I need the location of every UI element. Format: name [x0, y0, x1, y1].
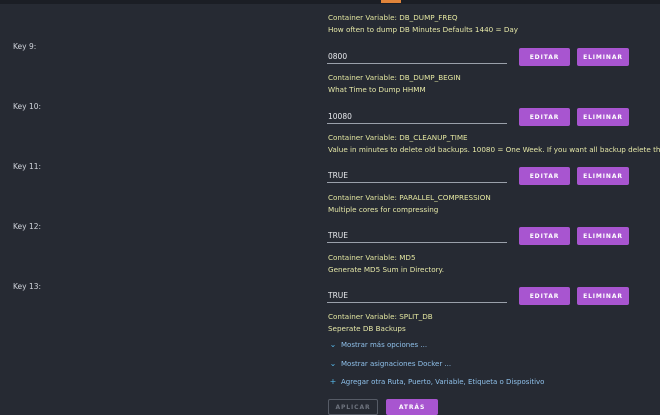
key-10-description: Container Variable: DB_CLEANUP_TIME Valu… — [328, 132, 660, 155]
show-more-options-label: Mostrar más opciones ... — [341, 340, 428, 349]
key-12-delete-button[interactable]: ELIMINAR — [577, 227, 629, 245]
key-10-help: Value in minutes to delete old backups. … — [328, 144, 660, 154]
key-13-variable: Container Variable: SPLIT_DB — [328, 312, 433, 321]
key-13-description: Container Variable: SPLIT_DB Seperate DB… — [328, 311, 433, 334]
key-11-description: Container Variable: PARALLEL_COMPRESSION… — [328, 192, 491, 215]
chevron-down-icon: ⌄ — [329, 340, 337, 349]
show-docker-mappings-label: Mostrar asignaciones Docker ... — [341, 359, 452, 368]
key-9-edit-button[interactable]: EDITAR — [519, 48, 570, 66]
key-10-label: Key 10: — [13, 102, 42, 111]
add-config-label: Agregar otra Ruta, Puerto, Variable, Eti… — [341, 377, 545, 386]
show-docker-mappings-link[interactable]: ⌄ Mostrar asignaciones Docker ... — [329, 359, 452, 368]
show-more-options-link[interactable]: ⌄ Mostrar más opciones ... — [329, 340, 427, 349]
key-11-help: Multiple cores for compressing — [328, 204, 439, 214]
key-10-edit-button[interactable]: EDITAR — [519, 108, 570, 126]
key-8-help: How often to dump DB Minutes Defaults 14… — [328, 24, 519, 34]
key-13-help: Seperate DB Backups — [328, 323, 406, 333]
key-9-delete-button[interactable]: ELIMINAR — [577, 48, 629, 66]
key-11-variable: Container Variable: PARALLEL_COMPRESSION — [328, 193, 491, 202]
key-12-variable: Container Variable: MD5 — [328, 253, 416, 262]
key-11-input[interactable] — [327, 169, 507, 183]
key-9-input[interactable] — [327, 50, 507, 64]
chevron-down-icon: ⌄ — [329, 359, 337, 368]
key-9-help: What Time to Dump HHMM — [328, 84, 426, 94]
key-11-label: Key 11: — [13, 162, 42, 171]
key-10-delete-button[interactable]: ELIMINAR — [577, 108, 629, 126]
key-12-label: Key 12: — [13, 222, 42, 231]
key-12-help: Generate MD5 Sum in Directory. — [328, 264, 445, 274]
key-13-delete-button[interactable]: ELIMINAR — [577, 287, 629, 305]
key-9-label: Key 9: — [13, 42, 37, 51]
key-10-input[interactable] — [327, 110, 507, 124]
key-13-edit-button[interactable]: EDITAR — [519, 287, 570, 305]
key-9-variable: Container Variable: DB_DUMP_BEGIN — [328, 73, 461, 82]
key-11-delete-button[interactable]: ELIMINAR — [577, 167, 629, 185]
key-9-description: Container Variable: DB_DUMP_BEGIN What T… — [328, 72, 461, 95]
key-8-variable: Container Variable: DB_DUMP_FREQ — [328, 13, 458, 22]
key-12-edit-button[interactable]: EDITAR — [519, 227, 570, 245]
active-tab-indicator — [381, 0, 401, 3]
add-config-link[interactable]: + Agregar otra Ruta, Puerto, Variable, E… — [329, 377, 545, 386]
plus-icon: + — [329, 377, 337, 386]
top-bar — [0, 0, 660, 4]
key-12-description: Container Variable: MD5 Generate MD5 Sum… — [328, 252, 444, 275]
key-13-input[interactable] — [327, 289, 507, 303]
key-12-input[interactable] — [327, 229, 507, 243]
key-13-label: Key 13: — [13, 282, 42, 291]
key-11-edit-button[interactable]: EDITAR — [519, 167, 570, 185]
key-10-variable: Container Variable: DB_CLEANUP_TIME — [328, 133, 468, 142]
key-8-description: Container Variable: DB_DUMP_FREQ How oft… — [328, 12, 518, 35]
